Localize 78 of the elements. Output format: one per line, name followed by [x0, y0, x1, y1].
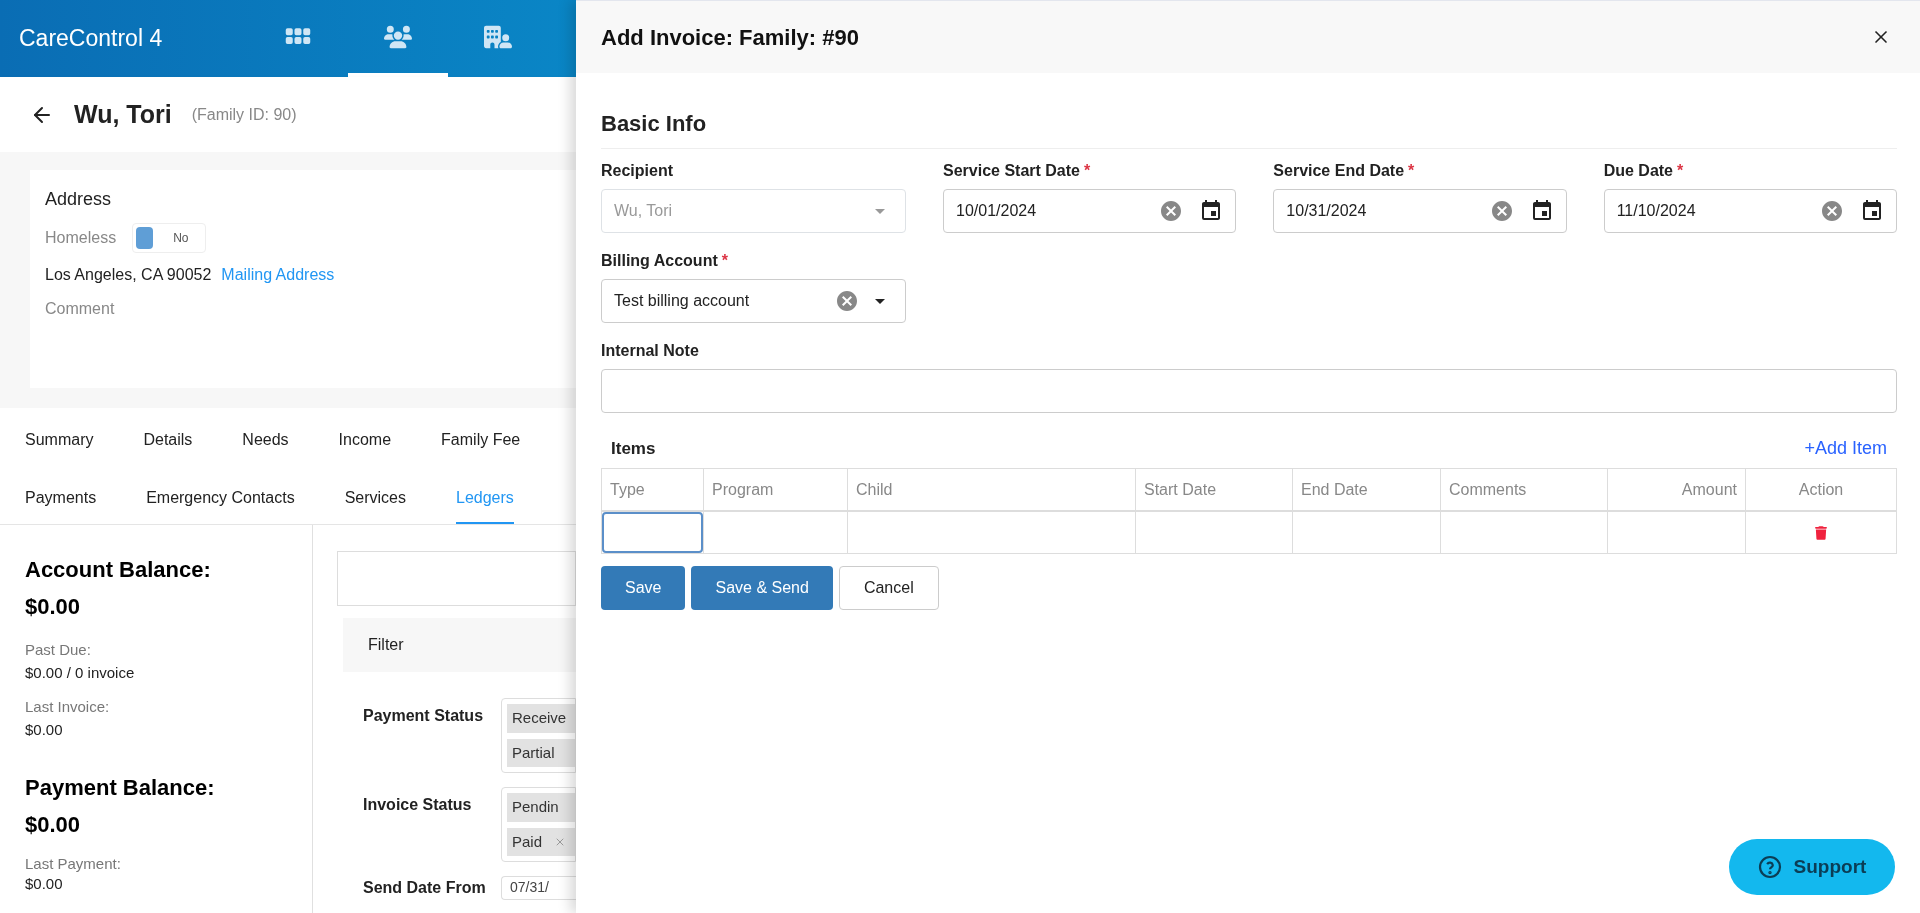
column-header: Program — [712, 479, 774, 500]
column-header: Amount — [1681, 479, 1737, 500]
column-header: Type — [610, 479, 645, 500]
required-asterisk: * — [1408, 161, 1415, 181]
date-field[interactable]: 10/01/2024 — [943, 189, 1237, 233]
support-button[interactable]: Support — [1729, 839, 1895, 895]
section-title: Basic Info — [601, 107, 1897, 149]
chip-select[interactable]: Receive Partial — [501, 698, 576, 773]
past-due-label: Past Due: — [25, 640, 92, 660]
type-input[interactable] — [602, 512, 703, 553]
address-text: Los Angeles, CA 90052 — [45, 265, 212, 285]
field-label: Billing Account — [601, 251, 718, 271]
filter-label: Send Date From — [363, 878, 485, 898]
filter-chip: Pendin — [507, 793, 575, 822]
homeless-toggle[interactable]: No — [132, 223, 207, 253]
tab[interactable]: Payments — [25, 486, 97, 524]
action-button[interactable]: Save & Send — [691, 566, 833, 610]
clear-icon[interactable] — [1820, 199, 1844, 223]
action-button[interactable]: Cancel — [838, 566, 939, 610]
required-asterisk: * — [1677, 161, 1684, 181]
date-field[interactable]: 10/31/2024 — [1273, 189, 1567, 233]
column-header: Comments — [1449, 479, 1527, 500]
tab[interactable]: Services — [344, 486, 406, 524]
last-invoice-label: Last Invoice: — [25, 697, 111, 717]
delete-icon[interactable] — [1815, 525, 1827, 540]
last-payment-label: Last Payment: — [25, 854, 122, 874]
column-header: Action — [1798, 479, 1844, 500]
tab[interactable]: Income — [338, 428, 392, 466]
search-field[interactable] — [337, 551, 576, 606]
homeless-label: Homeless — [45, 228, 117, 248]
clear-icon[interactable] — [1489, 199, 1514, 223]
tab[interactable]: Details — [143, 428, 193, 466]
family-id: (Family ID: 90) — [191, 104, 297, 125]
comment-label: Comment — [45, 299, 116, 319]
tab[interactable]: Emergency Contacts — [146, 486, 295, 524]
required-asterisk: * — [1083, 161, 1091, 181]
action-button[interactable]: Save — [601, 566, 686, 610]
filter-label: Payment Status — [363, 706, 485, 726]
balance-title: Account Balance: — [25, 556, 212, 584]
balance-amount: $0.00 — [25, 593, 82, 621]
family-name: Wu, Tori — [74, 98, 172, 130]
filter-label: Invoice Status — [363, 795, 473, 815]
tab[interactable]: Summary — [25, 428, 94, 466]
caret-icon — [875, 208, 885, 214]
add-item-link[interactable]: +Add Item — [1804, 435, 1887, 462]
field-label: Service Start Date — [943, 161, 1080, 181]
column-header: Start Date — [1144, 479, 1217, 500]
filter-chip: Receive — [507, 704, 575, 733]
items-title: Items — [611, 437, 656, 460]
date-field[interactable]: 11/10/2024 — [1603, 189, 1897, 233]
help-icon — [1757, 855, 1782, 879]
past-due-value: $0.00 / 0 invoice — [25, 662, 136, 683]
billing-account-select[interactable]: Test billing account — [601, 279, 906, 323]
address-title: Address — [45, 188, 113, 211]
balance-amount: $0.00 — [25, 811, 82, 839]
clear-icon[interactable] — [835, 289, 859, 313]
last-payment-value: $0.00 — [25, 875, 64, 892]
last-invoice-value: $0.00 — [25, 719, 64, 740]
chip-select[interactable]: Pendin Paid — [501, 787, 576, 862]
filter-chip: Partial — [507, 738, 575, 767]
app-title: CareControl 4 — [19, 24, 164, 54]
tab[interactable]: Needs — [242, 428, 289, 466]
dialog-title: Add Invoice: Family: #90 — [601, 23, 859, 52]
calendar-icon[interactable] — [1860, 199, 1884, 223]
filter-title: Filter — [368, 635, 404, 655]
tab[interactable]: Family Fee — [441, 428, 521, 466]
caret-icon — [875, 298, 885, 304]
filter-chip: Paid — [507, 827, 575, 856]
field-label: Internal Note — [601, 341, 700, 361]
column-header: End Date — [1301, 479, 1368, 500]
field-label: Due Date — [1603, 161, 1673, 181]
clear-icon[interactable] — [1159, 199, 1184, 223]
internal-note-field[interactable] — [601, 369, 1897, 413]
required-asterisk: * — [721, 251, 728, 271]
column-header: Child — [856, 479, 893, 500]
balance-title: Payment Balance: — [25, 774, 216, 802]
field-label: Service End Date — [1273, 161, 1405, 181]
field-label: Recipient — [601, 161, 673, 181]
